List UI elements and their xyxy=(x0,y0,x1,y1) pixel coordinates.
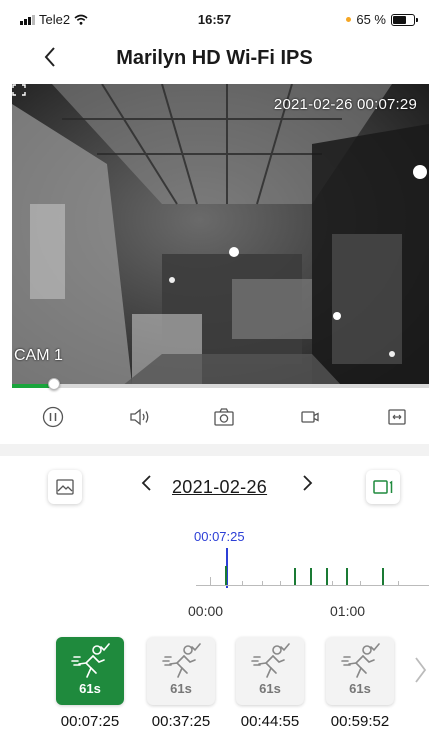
video-frame xyxy=(12,84,429,386)
timeline[interactable]: 00:07:25 00:00 01:00 xyxy=(0,520,429,630)
chevron-right-icon xyxy=(415,657,427,683)
gallery-button[interactable] xyxy=(48,470,82,504)
event-duration: 61s xyxy=(170,681,192,696)
fit-screen-icon xyxy=(388,409,406,425)
camera-label: CAM 1 xyxy=(14,347,63,364)
motion-icon xyxy=(341,643,380,678)
status-right: 65 % xyxy=(346,12,418,27)
prev-date-button[interactable] xyxy=(140,473,152,499)
video-timestamp: 2021-02-26 00:07:29 xyxy=(273,96,417,113)
view-mode-button[interactable] xyxy=(366,470,400,504)
event-duration: 61s xyxy=(259,681,281,696)
timeline-tick xyxy=(332,581,333,585)
timeline-tick xyxy=(398,581,399,585)
snapshot-icon xyxy=(214,408,234,426)
event-time: 00:07:25 xyxy=(60,713,120,730)
playback-progress[interactable] xyxy=(12,384,429,388)
event-card[interactable]: 61s xyxy=(147,637,215,705)
event-card[interactable]: 61s xyxy=(326,637,394,705)
pause-button[interactable] xyxy=(40,404,66,430)
snapshot-button[interactable] xyxy=(211,404,237,430)
player-controls xyxy=(0,398,429,438)
video-player[interactable]: 2021-02-26 00:07:29 CAM 1 xyxy=(12,84,429,386)
pause-icon xyxy=(42,406,64,428)
selected-date[interactable]: 2021-02-26 xyxy=(172,477,267,498)
image-icon xyxy=(56,479,74,495)
speaker-icon xyxy=(130,408,149,426)
audio-button[interactable] xyxy=(127,404,153,430)
battery-icon xyxy=(391,13,418,26)
timeline-event-marker[interactable] xyxy=(382,568,384,585)
fit-screen-button[interactable] xyxy=(384,404,410,430)
playback-scrubber[interactable] xyxy=(47,378,60,390)
next-date-button[interactable] xyxy=(302,473,314,499)
event-time: 00:37:25 xyxy=(151,713,211,730)
timeline-label: 00:00 xyxy=(188,603,224,619)
timeline-label: 01:00 xyxy=(330,603,366,619)
nav-bar: Marilyn HD Wi-Fi IPS xyxy=(0,42,429,78)
event-time: 00:44:55 xyxy=(240,713,300,730)
event-duration: 61s xyxy=(79,681,101,696)
timeline-axis xyxy=(196,585,429,586)
event-time: 00:59:52 xyxy=(330,713,390,730)
section-divider xyxy=(0,444,429,456)
event-card[interactable]: 61s xyxy=(236,637,304,705)
timeline-cursor-time: 00:07:25 xyxy=(194,529,245,544)
motion-icon xyxy=(251,643,290,678)
single-view-icon xyxy=(373,480,393,494)
timeline-tick xyxy=(280,581,281,585)
status-bar: Tele2 16:57 65 % xyxy=(0,0,429,38)
events-next-button[interactable] xyxy=(414,655,427,692)
battery-percent: 65 % xyxy=(356,12,386,27)
timeline-event-marker[interactable] xyxy=(294,568,296,585)
timeline-tick xyxy=(242,581,243,585)
timeline-event-marker[interactable] xyxy=(326,568,328,585)
date-selector: 2021-02-26 xyxy=(0,468,429,508)
event-list: 61s 61s 61s 61s 00:07:25 00:37:25 00:44:… xyxy=(0,637,429,731)
page-title: Marilyn HD Wi-Fi IPS xyxy=(116,47,313,69)
timeline-event-marker[interactable] xyxy=(346,568,348,585)
chevron-right-icon xyxy=(303,475,313,491)
timeline-tick xyxy=(262,581,263,585)
motion-icon xyxy=(71,643,110,678)
fullscreen-icon[interactable] xyxy=(12,84,26,96)
timeline-tick xyxy=(210,577,211,585)
timeline-event-marker[interactable] xyxy=(225,566,227,585)
motion-icon xyxy=(162,643,201,678)
timeline-tick xyxy=(360,581,361,585)
record-button[interactable] xyxy=(297,404,323,430)
timeline-event-marker[interactable] xyxy=(310,568,312,585)
record-icon xyxy=(301,411,319,423)
privacy-dot-icon xyxy=(346,17,352,22)
event-card[interactable]: 61s xyxy=(56,637,124,705)
event-duration: 61s xyxy=(349,681,371,696)
chevron-left-icon xyxy=(141,475,151,491)
